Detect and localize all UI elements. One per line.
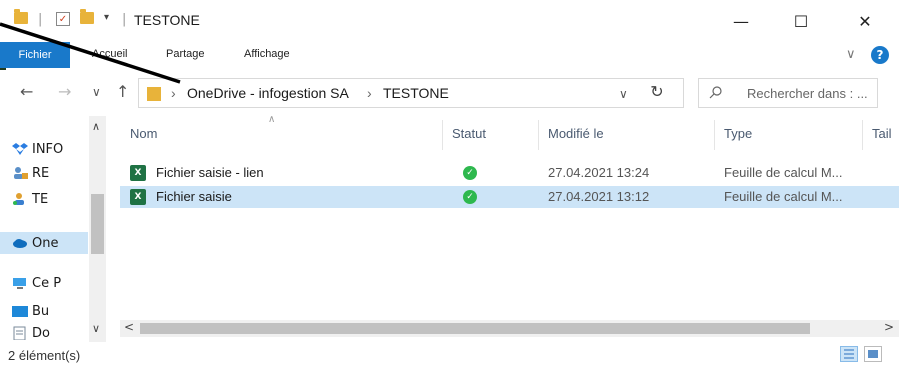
minimize-button[interactable]: — (718, 6, 764, 36)
folder-icon (147, 87, 161, 101)
item-count: 2 élément(s) (8, 348, 81, 363)
large-icons-view-icon[interactable] (864, 346, 882, 362)
excel-file-icon: X (130, 165, 146, 181)
customize-toolbar-icon[interactable]: ▾ (104, 12, 109, 23)
window-title: TESTONE (134, 12, 200, 28)
desktop-icon (12, 304, 28, 318)
sidebar-scrollbar[interactable]: ∧ ∨ (89, 116, 106, 342)
pc-icon (12, 276, 28, 290)
file-name: Fichier saisie - lien (156, 165, 264, 180)
navigation-pane: INFO RE TE One Ce P Bu Do ∧ ∨ (0, 116, 106, 342)
tab-affichage[interactable]: Affichage (244, 48, 290, 60)
sidebar-item-documents[interactable]: Do (12, 326, 86, 342)
user-icon (12, 192, 28, 206)
qa-separator: | (38, 12, 43, 27)
file-type: Feuille de calcul M... (724, 189, 843, 204)
forward-button[interactable]: → (58, 82, 71, 101)
file-row[interactable]: X Fichier saisie - lien ✓ 27.04.2021 13:… (120, 162, 899, 184)
scroll-right-icon[interactable]: > (884, 320, 894, 334)
details-view-icon[interactable] (840, 346, 858, 362)
sidebar-item-re[interactable]: RE (12, 162, 86, 184)
column-separator[interactable] (442, 120, 443, 150)
tab-accueil[interactable]: Accueil (92, 48, 127, 60)
file-modified: 27.04.2021 13:12 (548, 189, 650, 204)
breadcrumb-separator-icon-2: › (367, 85, 372, 101)
sidebar-scroll-thumb[interactable] (91, 194, 104, 254)
scroll-left-icon[interactable]: < (124, 320, 134, 334)
new-folder-icon[interactable] (80, 9, 94, 24)
sidebar-item-onedrive[interactable]: One (0, 232, 88, 254)
network-user-icon (12, 166, 28, 180)
sidebar-item-te[interactable]: TE (12, 188, 86, 210)
refresh-button[interactable]: ↻ (630, 76, 684, 106)
recent-locations-button[interactable]: ∨ (92, 85, 101, 99)
column-separator-3[interactable] (714, 120, 715, 150)
tab-partage[interactable]: Partage (166, 48, 205, 60)
column-separator-2[interactable] (538, 120, 539, 150)
horizontal-scrollbar[interactable]: < > (120, 320, 899, 337)
address-dropdown-icon[interactable]: ∨ (619, 87, 628, 101)
horizontal-scroll-thumb[interactable] (140, 323, 810, 334)
tab-fichier[interactable]: Fichier (0, 42, 70, 68)
sync-ok-icon: ✓ (463, 190, 477, 204)
breadcrumb-onedrive[interactable]: OneDrive - infogestion SA (187, 85, 349, 101)
status-bar: 2 élément(s) (0, 342, 899, 368)
collapse-ribbon-icon[interactable]: ∨ (846, 46, 856, 62)
search-input[interactable]: Rechercher dans : ... (747, 86, 868, 101)
file-name: Fichier saisie (156, 189, 232, 204)
file-type: Feuille de calcul M... (724, 165, 843, 180)
column-separator-4[interactable] (862, 120, 863, 150)
scroll-down-icon[interactable]: ∨ (92, 322, 100, 335)
close-button[interactable]: ✕ (842, 6, 888, 36)
help-icon[interactable]: ? (871, 46, 889, 64)
sidebar-item-dropbox[interactable]: INFO (12, 138, 86, 160)
up-button[interactable]: ↑ (116, 82, 129, 101)
maximize-button[interactable]: ☐ (778, 6, 824, 36)
column-header-type[interactable]: Type (724, 126, 752, 141)
onedrive-cloud-icon (12, 236, 28, 250)
title-bar: | ✓ ▾ | TESTONE — ☐ ✕ (0, 0, 899, 42)
back-button[interactable]: ← (20, 82, 33, 101)
sort-ascending-icon: ∧ (268, 116, 276, 125)
properties-check-icon[interactable]: ✓ (56, 12, 70, 26)
file-modified: 27.04.2021 13:24 (548, 165, 650, 180)
qa-separator-2: | (122, 12, 127, 27)
search-box[interactable]: Rechercher dans : ... (698, 78, 878, 108)
column-header-size[interactable]: Tail (872, 126, 892, 141)
search-icon (709, 85, 723, 103)
folder-mini-icon (14, 9, 28, 24)
breadcrumb-separator-icon: › (171, 85, 176, 101)
sidebar-item-desktop[interactable]: Bu (12, 300, 86, 322)
dropbox-icon (12, 142, 28, 156)
ribbon-tabs: Fichier Accueil Partage Affichage ∨ ? (0, 42, 899, 68)
scroll-up-icon[interactable]: ∧ (92, 120, 100, 133)
column-header-modified[interactable]: Modifié le (548, 126, 604, 141)
navigation-bar: ← → ∨ ↑ › OneDrive - infogestion SA › TE… (0, 70, 899, 116)
column-header-status[interactable]: Statut (452, 126, 486, 141)
excel-file-icon: X (130, 189, 146, 205)
sync-ok-icon: ✓ (463, 166, 477, 180)
sidebar-item-this-pc[interactable]: Ce P (12, 272, 86, 294)
address-bar[interactable]: › OneDrive - infogestion SA › TESTONE ∨ (138, 78, 684, 108)
documents-icon (12, 326, 28, 341)
column-header-name[interactable]: Nom (130, 126, 157, 141)
breadcrumb-testone[interactable]: TESTONE (383, 85, 449, 101)
file-list: ∧ Nom Statut Modifié le Type Tail X Fich… (106, 116, 899, 342)
file-row-selected[interactable]: X Fichier saisie ✓ 27.04.2021 13:12 Feui… (120, 186, 899, 208)
